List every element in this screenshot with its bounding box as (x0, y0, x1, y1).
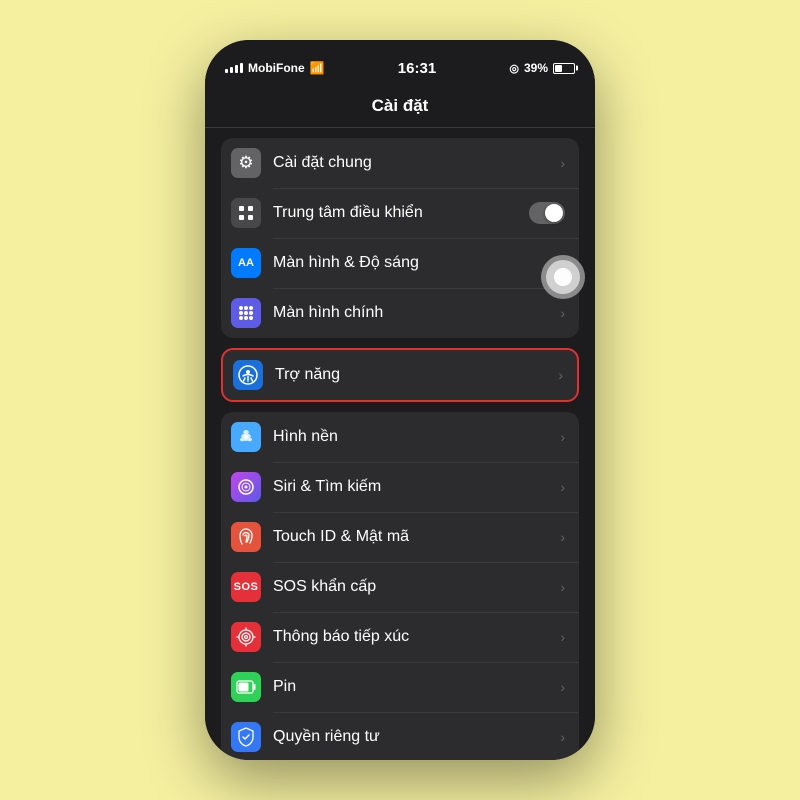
control-center-label: Trung tâm điều khiển (273, 204, 529, 222)
wallpaper-icon (231, 422, 261, 452)
general-label: Cài đặt chung (273, 154, 560, 172)
settings-item-home-screen[interactable]: Màn hình chính › (221, 288, 579, 338)
settings-item-siri[interactable]: Siri & Tìm kiếm › (221, 462, 579, 512)
contact-notification-label: Thông báo tiếp xúc (273, 628, 560, 646)
battery-label: Pin (273, 678, 560, 696)
settings-item-privacy[interactable]: Quyền riêng tư › (221, 712, 579, 760)
battery-settings-icon (231, 672, 261, 702)
location-icon: ◎ (509, 62, 519, 75)
settings-item-display[interactable]: AA Màn hình & Độ sáng › (221, 238, 579, 288)
wifi-icon: 📶 (310, 61, 325, 75)
control-center-toggle[interactable] (529, 202, 565, 224)
settings-container: ⚙ Cài đặt chung › Trung tâm điều khiển (205, 128, 595, 760)
home-screen-label: Màn hình chính (273, 304, 560, 322)
contact-notification-icon (231, 622, 261, 652)
settings-item-accessibility[interactable]: Trợ năng › (223, 350, 577, 400)
battery-chevron: › (560, 679, 565, 695)
touchid-icon (231, 522, 261, 552)
general-icon: ⚙ (231, 148, 261, 178)
battery-icon (553, 63, 575, 74)
touchid-label: Touch ID & Mật mã (273, 528, 560, 546)
assistive-touch-button[interactable] (541, 255, 585, 299)
privacy-icon (231, 722, 261, 752)
settings-item-control-center[interactable]: Trung tâm điều khiển (221, 188, 579, 238)
status-time: 16:31 (398, 60, 436, 77)
touchid-chevron: › (560, 529, 565, 545)
contact-notification-chevron: › (560, 629, 565, 645)
privacy-chevron: › (560, 729, 565, 745)
control-center-icon (231, 198, 261, 228)
battery-percentage: 39% (524, 61, 548, 75)
siri-label: Siri & Tìm kiếm (273, 478, 560, 496)
settings-item-contact-notification[interactable]: Thông báo tiếp xúc › (221, 612, 579, 662)
carrier-name: MobiFone (248, 61, 305, 75)
general-chevron: › (560, 155, 565, 171)
display-icon: AA (231, 248, 261, 278)
settings-group-2: Hình nền › Siri & Tìm kiếm › (221, 412, 579, 760)
accessibility-label: Trợ năng (275, 366, 558, 384)
sos-icon: SOS (231, 572, 261, 602)
accessibility-icon (233, 360, 263, 390)
phone-frame: MobiFone 📶 16:31 ◎ 39% Cài đặt ⚙ (205, 40, 595, 760)
settings-item-wallpaper[interactable]: Hình nền › (221, 412, 579, 462)
home-screen-chevron: › (560, 305, 565, 321)
privacy-label: Quyền riêng tư (273, 728, 560, 746)
status-bar: MobiFone 📶 16:31 ◎ 39% (205, 40, 595, 84)
settings-item-general[interactable]: ⚙ Cài đặt chung › (221, 138, 579, 188)
siri-chevron: › (560, 479, 565, 495)
nav-bar: Cài đặt (205, 84, 595, 128)
settings-item-accessibility-wrapper[interactable]: Trợ năng › (221, 348, 579, 402)
siri-icon (231, 472, 261, 502)
home-screen-icon (231, 298, 261, 328)
settings-item-battery[interactable]: Pin › (221, 662, 579, 712)
signal-icon (225, 63, 243, 73)
sos-chevron: › (560, 579, 565, 595)
settings-item-touchid[interactable]: Touch ID & Mật mã › (221, 512, 579, 562)
settings-item-sos[interactable]: SOS SOS khẩn cấp › (221, 562, 579, 612)
sos-label: SOS khẩn cấp (273, 578, 560, 596)
wallpaper-label: Hình nền (273, 428, 560, 446)
settings-group-1: ⚙ Cài đặt chung › Trung tâm điều khiển (221, 138, 579, 338)
wallpaper-chevron: › (560, 429, 565, 445)
accessibility-chevron: › (558, 367, 563, 383)
page-title: Cài đặt (372, 96, 429, 116)
display-label: Màn hình & Độ sáng (273, 254, 560, 272)
